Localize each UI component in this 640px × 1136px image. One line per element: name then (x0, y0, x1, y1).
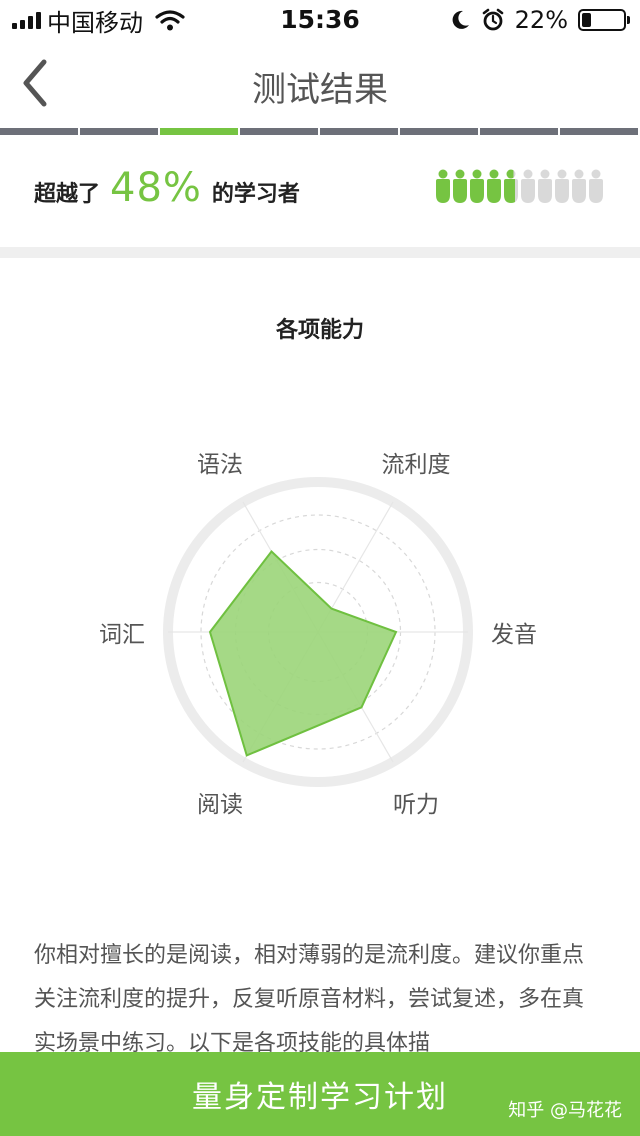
progress-segment (320, 128, 400, 135)
radar-axis-label: 发音 (491, 622, 537, 648)
alarm-clock-icon (482, 8, 503, 31)
summary-text: 超越了 48% 的学习者 (34, 165, 300, 211)
person-icon (589, 169, 603, 203)
radar-axis-label: 语法 (197, 452, 243, 479)
watermark: 知乎 @马花花 (508, 1100, 622, 1121)
person-icon (538, 169, 552, 203)
person-icon (555, 169, 569, 203)
person-icon (453, 169, 467, 203)
radar-chart (163, 477, 473, 787)
summary-panel: 超越了 48% 的学习者 (0, 135, 640, 247)
cta-bar: 量身定制学习计划 知乎 @马花花 (0, 1052, 640, 1136)
summary-suffix: 的学习者 (211, 182, 300, 207)
status-right: 22% (451, 6, 630, 34)
nav-bar: 测试结果 (0, 40, 640, 128)
people-indicator (436, 169, 603, 203)
summary-prefix: 超越了 (34, 182, 101, 207)
person-icon (436, 169, 450, 203)
battery-percent: 22% (514, 6, 568, 34)
person-icon (572, 169, 586, 203)
moon-icon (452, 10, 469, 29)
section-divider (0, 247, 640, 258)
summary-percent: 48% (110, 165, 202, 211)
radar-axis-label: 词汇 (99, 622, 145, 648)
radar-axis-label: 阅读 (197, 791, 243, 818)
progress-segment (560, 128, 640, 135)
person-icon (521, 169, 535, 203)
abilities-title: 各项能力 (275, 318, 364, 343)
page-title: 测试结果 (252, 70, 388, 110)
result-description: 你相对擅长的是阅读，相对薄弱的是流利度。建议你重点关注流利度的提升，反复听原音材… (34, 943, 585, 1056)
progress-segment (400, 128, 480, 135)
person-icon (470, 169, 484, 203)
battery-icon (578, 9, 630, 31)
radar-axis-label: 流利度 (381, 452, 451, 479)
person-icon (504, 169, 518, 203)
custom-plan-button[interactable]: 量身定制学习计划 (0, 1052, 640, 1136)
progress-segment (80, 128, 160, 135)
progress-segment (0, 128, 80, 135)
progress-segment (480, 128, 560, 135)
progress-segments (0, 128, 640, 135)
progress-segment (240, 128, 320, 135)
person-icon (487, 169, 501, 203)
radar-area (208, 549, 398, 757)
status-bar: 中国移动 15:36 22% (0, 0, 640, 40)
radar-axis-label: 听力 (393, 791, 439, 818)
progress-segment (160, 128, 240, 135)
battery-fill (582, 13, 591, 27)
